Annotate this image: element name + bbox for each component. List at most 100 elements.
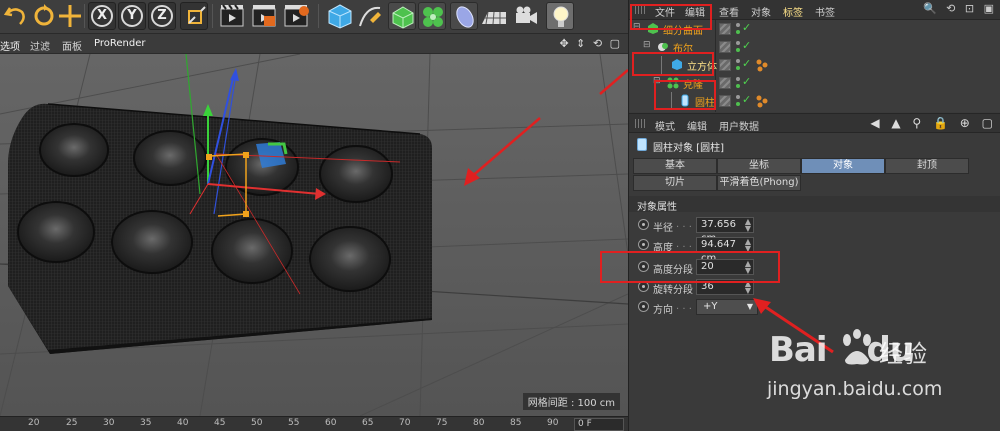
floor-icon[interactable] bbox=[480, 2, 508, 30]
render-view-icon[interactable] bbox=[218, 2, 246, 30]
cylinder-icon bbox=[637, 138, 647, 151]
camera-icon[interactable] bbox=[512, 2, 540, 30]
om-menu-bookmarks[interactable]: 书签 bbox=[815, 4, 835, 19]
orientation-value: +Y bbox=[703, 301, 718, 312]
phong-tag-icon[interactable] bbox=[755, 58, 769, 72]
highlight-cube bbox=[632, 52, 714, 76]
subdivision-surface-icon[interactable] bbox=[388, 2, 416, 30]
animate-radio-icon[interactable] bbox=[638, 219, 649, 230]
timeline-tick: 75 bbox=[436, 418, 448, 428]
undo-icon[interactable] bbox=[2, 2, 30, 30]
tab-basic[interactable]: 基本 bbox=[633, 158, 717, 174]
viewport-navigation-icons[interactable]: ✥ ⇕ ⟲ ▢ bbox=[559, 37, 622, 50]
property-dots: . . . bbox=[676, 239, 692, 250]
animate-radio-icon[interactable] bbox=[638, 301, 649, 312]
timeline-tick: 45 bbox=[214, 418, 226, 428]
axis-x-label: X bbox=[91, 5, 113, 27]
spinner-icon[interactable]: ▲ ▼ bbox=[745, 238, 751, 253]
watermark-cn: 经验 bbox=[879, 340, 927, 368]
viewport-menu-panel[interactable]: 面板 bbox=[62, 38, 82, 53]
visibility-dots[interactable] bbox=[735, 23, 740, 35]
pen-spline-icon[interactable] bbox=[356, 2, 384, 30]
viewport-menu-filter[interactable]: 过滤 bbox=[30, 38, 50, 53]
render-settings-icon[interactable] bbox=[282, 2, 310, 30]
timeline-tick: 65 bbox=[362, 418, 374, 428]
tab-coord[interactable]: 坐标 bbox=[717, 158, 801, 174]
axis-z-lock-button[interactable]: Z bbox=[148, 2, 176, 30]
cube-primitive-icon[interactable] bbox=[326, 2, 354, 30]
timeline-ruler[interactable]: 20 25 30 35 40 45 50 55 60 65 70 75 80 8… bbox=[0, 416, 628, 431]
visibility-dots[interactable] bbox=[735, 41, 740, 53]
panel-grip-icon[interactable] bbox=[635, 119, 645, 128]
cloner-icon[interactable] bbox=[418, 2, 446, 30]
viewport-menu-options[interactable]: 选项 bbox=[0, 38, 20, 53]
layer-box[interactable] bbox=[719, 59, 731, 71]
enabled-check-icon[interactable]: ✓ bbox=[742, 21, 751, 34]
baidu-jingyan-watermark: Bai du 经验 jingyan.baidu.com bbox=[765, 322, 995, 422]
timeline-tick: 35 bbox=[140, 418, 152, 428]
tab-object[interactable]: 对象 bbox=[801, 158, 885, 174]
timeline-tick: 55 bbox=[288, 418, 300, 428]
timeline-tick: 60 bbox=[325, 418, 337, 428]
layer-box[interactable] bbox=[719, 77, 731, 89]
radius-field[interactable]: 37.656 cm▲▼ bbox=[696, 217, 754, 244]
am-menu-edit[interactable]: 编辑 bbox=[687, 118, 707, 133]
enabled-check-icon[interactable]: ✓ bbox=[742, 75, 751, 88]
light-icon[interactable] bbox=[546, 2, 574, 30]
am-menu-mode[interactable]: 模式 bbox=[655, 118, 675, 133]
visibility-dots[interactable] bbox=[735, 59, 740, 71]
tab-caps[interactable]: 封顶 bbox=[885, 158, 969, 174]
object-title: 圆柱对象 [圆柱] bbox=[653, 143, 724, 154]
section-title: 对象属性 bbox=[637, 202, 677, 213]
enabled-check-icon[interactable]: ✓ bbox=[742, 39, 751, 52]
enabled-check-icon[interactable]: ✓ bbox=[742, 57, 751, 70]
timeline-tick: 85 bbox=[510, 418, 522, 428]
phong-tag-icon[interactable] bbox=[755, 94, 769, 108]
tab-slice[interactable]: 切片 bbox=[633, 175, 717, 191]
am-menu-user-data[interactable]: 用户数据 bbox=[719, 118, 759, 133]
watermark-url: jingyan.baidu.com bbox=[767, 378, 943, 400]
visibility-dots[interactable] bbox=[735, 77, 740, 89]
axis-x-lock-button[interactable]: X bbox=[88, 2, 116, 30]
toolbar-divider bbox=[84, 4, 85, 28]
attribute-manager-title: 圆柱对象 [圆柱] bbox=[629, 134, 1000, 156]
redo-icon[interactable] bbox=[30, 2, 58, 30]
spinner-icon[interactable]: ▲ ▼ bbox=[745, 218, 751, 233]
3d-viewport[interactable]: 网格间距 : 100 cm bbox=[0, 54, 628, 416]
property-dots: . . . bbox=[676, 219, 692, 230]
property-radius: 半径 . . . 37.656 cm▲▼ bbox=[629, 216, 1000, 244]
timeline-tick: 40 bbox=[177, 418, 189, 428]
mesh-block[interactable] bbox=[8, 103, 432, 355]
om-menu-objects[interactable]: 对象 bbox=[751, 4, 771, 19]
enabled-check-icon[interactable]: ✓ bbox=[742, 93, 751, 106]
timeline-tick: 80 bbox=[473, 418, 485, 428]
am-toolbar-icons[interactable]: ◀ ▲ ⚲ 🔒 ⊕ ▢ bbox=[870, 116, 997, 130]
current-frame-field[interactable]: 0 F bbox=[574, 418, 624, 431]
baidu-paw-icon bbox=[843, 329, 871, 365]
om-menu-tags[interactable]: 标签 bbox=[783, 4, 803, 19]
viewport-menu-bar: 选项 过滤 面板 ProRender ✥ ⇕ ⟲ ▢ bbox=[0, 34, 628, 54]
layer-box[interactable] bbox=[719, 41, 731, 53]
highlight-height-segments bbox=[600, 251, 780, 283]
axis-y-lock-button[interactable]: Y bbox=[118, 2, 146, 30]
render-picture-viewer-icon[interactable] bbox=[250, 2, 278, 30]
timeline-tick: 70 bbox=[399, 418, 411, 428]
coordinate-system-icon[interactable] bbox=[180, 2, 208, 30]
viewport-menu-prorender[interactable]: ProRender bbox=[94, 38, 145, 49]
highlight-subdivision-surface bbox=[630, 4, 712, 30]
toolbar-divider bbox=[212, 4, 213, 28]
animate-radio-icon[interactable] bbox=[638, 239, 649, 250]
expand-toggle-icon[interactable]: ⊟ bbox=[643, 40, 651, 50]
layer-box[interactable] bbox=[719, 95, 731, 107]
tab-phong[interactable]: 平滑着色(Phong) bbox=[717, 175, 801, 191]
om-header-icons[interactable]: 🔍 ⟲ ⊡ ▣ bbox=[923, 2, 997, 15]
visibility-dots[interactable] bbox=[735, 95, 740, 107]
move-icon[interactable] bbox=[56, 2, 84, 30]
layer-box[interactable] bbox=[719, 23, 731, 35]
property-dots: . . . bbox=[676, 301, 692, 312]
timeline-tick: 90 bbox=[547, 418, 559, 428]
om-menu-view[interactable]: 查看 bbox=[719, 4, 739, 19]
axis-y-label: Y bbox=[121, 5, 143, 27]
deformer-icon[interactable] bbox=[450, 2, 478, 30]
property-label: 旋转分段 bbox=[653, 285, 693, 296]
